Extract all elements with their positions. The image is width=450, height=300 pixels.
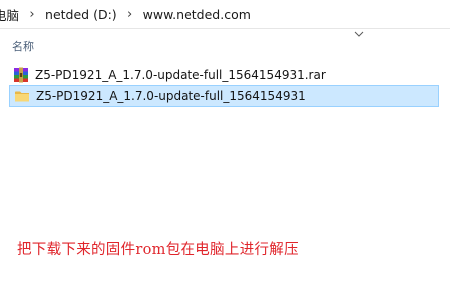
file-row-rar[interactable]: Z5-PD1921_A_1.7.0-update-full_1564154931… [9, 64, 439, 86]
column-header-name[interactable]: 名称 [12, 38, 34, 54]
column-header: 名称 [0, 28, 450, 54]
breadcrumb-separator-icon[interactable]: › [119, 7, 141, 22]
rar-archive-icon [14, 67, 28, 83]
annotation-caption: 把下载下来的固件rom包在电脑上进行解压 [17, 242, 299, 258]
file-name: Z5-PD1921_A_1.7.0-update-full_1564154931 [36, 89, 306, 103]
breadcrumb-this-pc[interactable]: 电脑 [0, 5, 21, 24]
file-name: Z5-PD1921_A_1.7.0-update-full_1564154931… [35, 68, 326, 82]
breadcrumb-separator-icon[interactable]: › [21, 7, 43, 22]
breadcrumb-drive-d[interactable]: netded (D:) [43, 7, 119, 22]
folder-icon [15, 91, 29, 102]
chevron-down-icon[interactable] [354, 30, 364, 38]
breadcrumb-folder[interactable]: www.netded.com [141, 7, 253, 22]
file-row-folder[interactable]: Z5-PD1921_A_1.7.0-update-full_1564154931 [9, 85, 439, 107]
address-bar[interactable]: 电脑 › netded (D:) › www.netded.com [0, 0, 450, 29]
